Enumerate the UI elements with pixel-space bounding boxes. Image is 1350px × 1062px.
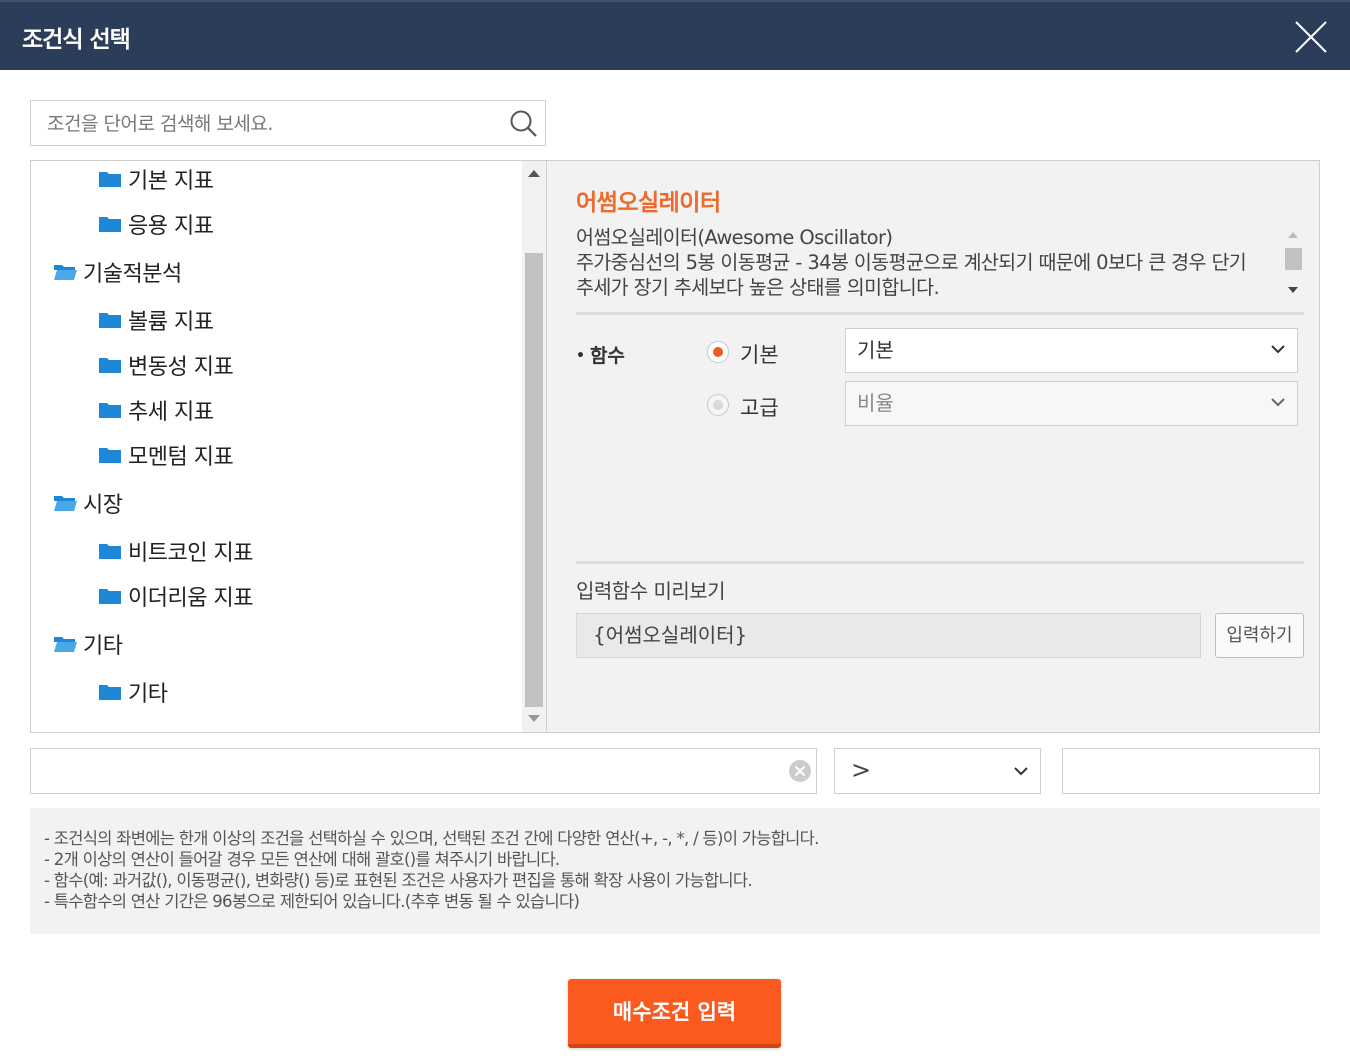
preview-field: {어썸오실레이터}	[576, 613, 1201, 658]
tree-item-label: 볼륨 지표	[128, 310, 214, 335]
tree-group[interactable]: 기타	[53, 628, 123, 660]
tree-leaf[interactable]: 볼륨 지표	[98, 304, 214, 336]
folder-open-icon	[54, 265, 77, 280]
radio-selected-dot	[713, 347, 723, 357]
operator-select[interactable]: >	[834, 748, 1041, 794]
folder-icon	[99, 172, 121, 187]
tree-leaf[interactable]: 모멘텀 지표	[98, 439, 234, 471]
divider	[576, 561, 1304, 564]
tree-leaf[interactable]: 변동성 지표	[98, 349, 234, 381]
tree-item-label: 추세 지표	[128, 400, 214, 425]
select-value: 비율	[857, 391, 894, 415]
divider	[576, 312, 1304, 315]
clear-icon[interactable]	[788, 759, 812, 783]
folder-icon	[99, 217, 121, 232]
dialog-header: 조건식 선택	[0, 0, 1350, 70]
folder-open-icon	[54, 637, 77, 652]
close-icon[interactable]	[1294, 20, 1328, 54]
indicator-description: 어썸오실레이터(Awesome Oscillator) 주가중심선의 5봉 이동…	[576, 221, 1304, 303]
folder-icon	[99, 358, 121, 373]
help-notes: - 조건식의 좌변에는 한개 이상의 조건을 선택하실 수 있으며, 선택된 조…	[30, 808, 1320, 934]
dialog-title: 조건식 선택	[22, 27, 131, 53]
folder-open-icon	[54, 496, 77, 511]
tree-leaf[interactable]: 추세 지표	[98, 394, 214, 426]
advanced-function-select[interactable]: 비율	[845, 381, 1298, 426]
chevron-down-icon	[1014, 767, 1028, 776]
radio-basic[interactable]	[707, 341, 729, 363]
search-input[interactable]	[31, 101, 519, 147]
tree-item-label: 기타	[128, 682, 168, 707]
tree-item-label: 기타	[83, 634, 123, 659]
detail-panel: 어썸오실레이터 어썸오실레이터(Awesome Oscillator) 주가중심…	[546, 160, 1320, 733]
tree-leaf[interactable]: 기타	[98, 676, 168, 708]
scroll-down-icon[interactable]	[528, 715, 540, 722]
tree-item-label: 응용 지표	[128, 214, 214, 239]
tree-scrollbar[interactable]	[522, 161, 546, 732]
folder-icon	[99, 589, 121, 604]
tree-item-label: 기본 지표	[128, 169, 214, 194]
folder-icon	[99, 544, 121, 559]
note-line: - 특수함수의 연산 기간은 96봉으로 제한되어 있습니다.(추후 변동 될 …	[44, 892, 580, 911]
radio-advanced-label[interactable]: 고급	[740, 392, 779, 422]
note-line: - 2개 이상의 연산이 들어갈 경우 모든 연산에 대해 괄호()를 쳐주시기…	[44, 850, 560, 869]
select-value: 기본	[857, 338, 894, 362]
condition-right-input[interactable]	[1062, 748, 1320, 794]
buy-condition-submit-button[interactable]: 매수조건 입력	[568, 979, 781, 1048]
tree-item-label: 비트코인 지표	[128, 541, 253, 566]
radio-advanced[interactable]	[707, 394, 729, 416]
condition-tree: 기본 지표응용 지표기술적분석볼륨 지표변동성 지표추세 지표모멘텀 지표 시장 비…	[30, 160, 547, 733]
function-label: 함수	[576, 341, 625, 368]
operator-value: >	[851, 756, 872, 784]
scroll-thumb[interactable]	[1285, 248, 1302, 270]
tree-leaf[interactable]: 응용 지표	[98, 208, 214, 240]
tree-item-label: 이더리움 지표	[128, 586, 253, 611]
tree-item-label: 기술적분석	[83, 262, 182, 287]
basic-function-select[interactable]: 기본	[845, 328, 1298, 373]
tree-item-label: 변동성 지표	[128, 355, 234, 380]
preview-label: 입력함수 미리보기	[576, 579, 726, 603]
radio-disabled-dot	[713, 400, 723, 410]
scroll-thumb[interactable]	[525, 253, 543, 707]
search-box	[30, 100, 546, 147]
tree-leaf[interactable]: 기본 지표	[98, 163, 214, 195]
tree-item-label: 모멘텀 지표	[128, 445, 234, 470]
chevron-down-icon	[1271, 398, 1285, 407]
description-scrollbar[interactable]	[1282, 221, 1304, 303]
note-line: - 조건식의 좌변에는 한개 이상의 조건을 선택하실 수 있으며, 선택된 조…	[44, 829, 819, 848]
indicator-title: 어썸오실레이터	[576, 190, 721, 216]
input-button[interactable]: 입력하기	[1215, 613, 1304, 658]
tree-item-label: 시장	[83, 493, 123, 518]
radio-basic-label[interactable]: 기본	[740, 339, 779, 369]
description-line: 추세가 장기 추세보다 높은 상태를 의미합니다.	[576, 276, 940, 299]
folder-icon	[99, 448, 121, 463]
tree-leaf[interactable]: 비트코인 지표	[98, 535, 253, 567]
note-line: - 함수(예: 과거값(), 이동평균(), 변화량() 등)로 표현된 조건은…	[44, 871, 753, 890]
tree-leaf[interactable]: 이더리움 지표	[98, 580, 253, 612]
tree-group[interactable]: 시장	[53, 487, 123, 519]
scroll-up-icon[interactable]	[528, 170, 540, 177]
scroll-up-icon[interactable]	[1288, 232, 1298, 238]
chevron-down-icon	[1271, 345, 1285, 354]
condition-left-input[interactable]	[30, 748, 817, 794]
folder-icon	[99, 403, 121, 418]
folder-icon	[99, 313, 121, 328]
folder-icon	[99, 685, 121, 700]
search-icon[interactable]	[509, 109, 539, 139]
scroll-down-icon[interactable]	[1288, 287, 1298, 293]
tree-group[interactable]: 기술적분석	[53, 256, 182, 288]
